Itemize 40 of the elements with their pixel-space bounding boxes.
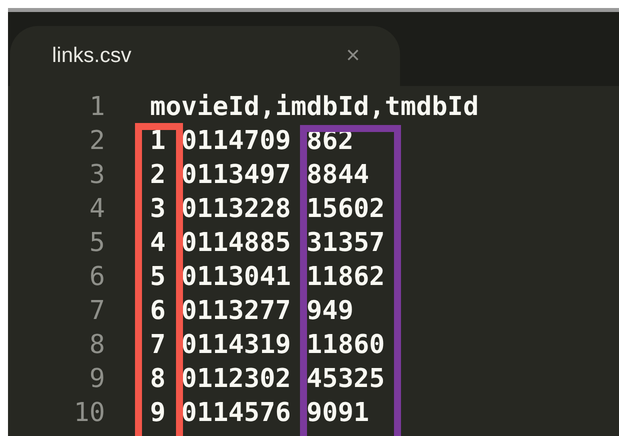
line-number: 10 (72, 396, 105, 430)
line-number: 5 (88, 226, 105, 260)
csv-value: 6 (150, 294, 167, 328)
csv-value: 0114319 (181, 328, 292, 362)
tab-title: links.csv (52, 43, 132, 70)
csv-value: 11860 (306, 328, 385, 362)
csv-value: 0112302 (181, 362, 292, 396)
csv-value: 0113041 (181, 260, 292, 294)
csv-value: 0114885 (181, 226, 292, 260)
file-tab[interactable]: links.csv × (10, 26, 400, 86)
csv-value: 0114576 (181, 396, 292, 430)
code-line: movieId,imdbId,tmdbId (150, 90, 479, 124)
line-number: 3 (88, 158, 105, 192)
csv-value: 15602 (306, 192, 385, 226)
csv-value: 45325 (306, 362, 385, 396)
csv-value: 5 (150, 260, 167, 294)
csv-value: 8 (150, 362, 167, 396)
csv-value: 2 (150, 158, 167, 192)
csv-value: 0114709 (181, 124, 292, 158)
csv-value: 11862 (306, 260, 385, 294)
csv-value: 9091 (306, 396, 370, 430)
csv-value: 4 (150, 226, 167, 260)
csv-value: 7 (150, 328, 167, 362)
csv-value: 3 (150, 192, 167, 226)
csv-value: 31357 (306, 226, 385, 260)
line-number: 1 (88, 90, 105, 124)
csv-value: 949 (306, 294, 354, 328)
line-number: 8 (88, 328, 105, 362)
csv-value: 0113228 (181, 192, 292, 226)
close-tab-button[interactable]: × (346, 44, 360, 68)
csv-value: 0113497 (181, 158, 292, 192)
csv-value: 0113277 (181, 294, 292, 328)
line-number: 6 (88, 260, 105, 294)
line-number: 2 (88, 124, 105, 158)
csv-value: 8844 (306, 158, 370, 192)
line-number: 7 (88, 294, 105, 328)
csv-value: 9 (150, 396, 167, 430)
csv-value: 1 (150, 124, 167, 158)
line-number: 9 (88, 362, 105, 396)
line-number: 4 (88, 192, 105, 226)
